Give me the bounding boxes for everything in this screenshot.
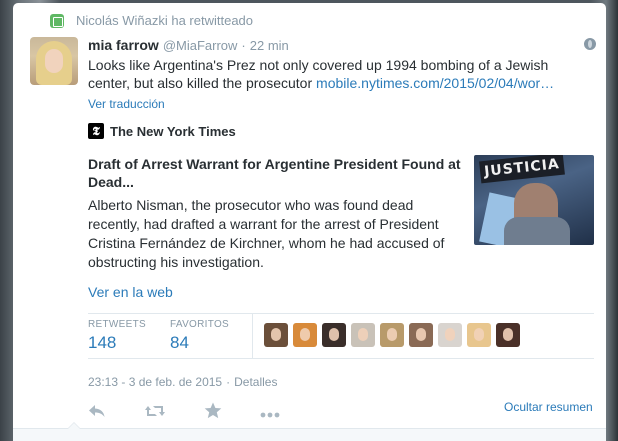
favorites-stat[interactable]: FAVORITOS 84 bbox=[170, 319, 229, 353]
avatar[interactable] bbox=[30, 37, 78, 85]
more-icon[interactable] bbox=[260, 403, 280, 423]
favoriter-avatar[interactable] bbox=[322, 323, 346, 347]
retweet-icon bbox=[50, 13, 64, 28]
nyt-logo-icon: 𝕿 bbox=[88, 123, 104, 139]
tweet-timestamp: 23:13 - 3 de feb. de 2015 bbox=[88, 375, 223, 389]
tweet-time[interactable]: 22 min bbox=[250, 38, 289, 53]
card-headline[interactable]: Draft of Arrest Warrant for Argentine Pr… bbox=[88, 155, 466, 191]
card-image[interactable]: JUSTICIA bbox=[474, 155, 594, 245]
retweet-context-label[interactable]: Nicolás Wiñazki ha retwitteado bbox=[76, 13, 253, 28]
favoriter-avatar[interactable] bbox=[467, 323, 491, 347]
details-link[interactable]: Detalles bbox=[234, 375, 277, 389]
card-image-sign-text: JUSTICIA bbox=[479, 155, 565, 184]
tweet-text: Looks like Argentina's Prez not only cov… bbox=[88, 56, 588, 92]
view-on-web-link[interactable]: Ver en la web bbox=[88, 284, 173, 300]
favoriter-avatar[interactable] bbox=[438, 323, 462, 347]
favoriter-avatar[interactable] bbox=[264, 323, 288, 347]
reply-box-strip bbox=[13, 422, 606, 441]
favorites-count[interactable]: 84 bbox=[170, 333, 229, 353]
reply-notch bbox=[67, 422, 81, 429]
favoriter-avatar[interactable] bbox=[293, 323, 317, 347]
favoriter-avatar[interactable] bbox=[380, 323, 404, 347]
author-name[interactable]: mia farrow bbox=[88, 37, 159, 53]
tweet-actions bbox=[88, 402, 318, 424]
retweet-context: Nicolás Wiñazki ha retwitteado bbox=[50, 13, 253, 28]
divider bbox=[88, 313, 594, 314]
favoriter-avatar[interactable] bbox=[409, 323, 433, 347]
author-handle[interactable]: @MiaFarrow bbox=[163, 38, 238, 53]
retweets-label: RETWEETS bbox=[88, 319, 146, 330]
collapse-summary-link[interactable]: Ocultar resumen bbox=[504, 400, 593, 414]
retweets-stat[interactable]: RETWEETS 148 bbox=[88, 319, 146, 353]
favorites-label: FAVORITOS bbox=[170, 319, 230, 330]
card-summary: Alberto Nisman, the prosecutor who was f… bbox=[88, 197, 445, 270]
retweets-count[interactable]: 148 bbox=[88, 333, 146, 353]
card-source[interactable]: 𝕿 The New York Times bbox=[88, 123, 236, 139]
divider bbox=[88, 358, 594, 359]
tweet-header: mia farrow @MiaFarrow · 22 min bbox=[88, 37, 289, 53]
stats-divider bbox=[252, 314, 253, 358]
reply-icon[interactable] bbox=[88, 403, 106, 424]
separator-dot: · bbox=[241, 38, 246, 53]
star-icon[interactable] bbox=[204, 402, 222, 424]
tweet-meta: 23:13 - 3 de feb. de 2015 · Detalles bbox=[88, 375, 277, 389]
separator-dot: · bbox=[226, 375, 231, 389]
globe-icon bbox=[584, 38, 596, 50]
favoriter-avatar[interactable] bbox=[351, 323, 375, 347]
retweet-icon[interactable] bbox=[144, 403, 166, 424]
card-source-name: The New York Times bbox=[110, 123, 236, 139]
translate-link[interactable]: Ver traducción bbox=[88, 97, 165, 111]
favoriter-avatar[interactable] bbox=[496, 323, 520, 347]
favoriter-avatars bbox=[264, 323, 520, 347]
tweet-link[interactable]: mobile.nytimes.com/2015/02/04/wor… bbox=[316, 75, 554, 91]
